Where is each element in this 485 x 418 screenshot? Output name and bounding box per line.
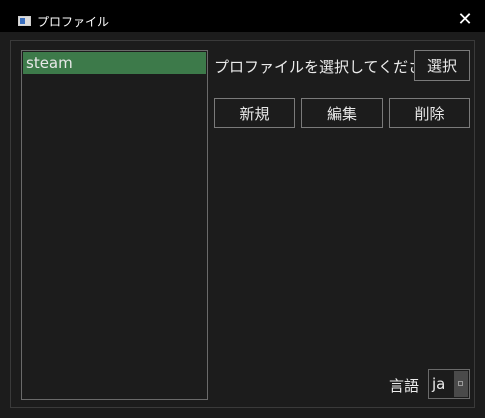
app-window-icon: [18, 16, 31, 26]
select-prompt: プロファイルを選択してください: [214, 58, 439, 76]
title-bar: プロファイル ✕: [0, 0, 485, 32]
language-label: 言語: [389, 377, 420, 395]
profile-window: プロファイル ✕ steam プロファイルを選択してください 選択 新規 編集 …: [0, 0, 485, 418]
delete-profile-button[interactable]: 削除: [389, 98, 470, 128]
new-profile-button[interactable]: 新規: [214, 98, 295, 128]
list-item[interactable]: steam: [23, 52, 206, 74]
close-icon[interactable]: ✕: [455, 10, 475, 30]
edit-profile-button[interactable]: 編集: [301, 98, 383, 128]
profile-list[interactable]: steam: [21, 50, 208, 400]
window-title: プロファイル: [37, 15, 110, 29]
language-select[interactable]: ja: [428, 369, 470, 399]
language-value: ja: [432, 375, 446, 393]
select-button[interactable]: 選択: [414, 50, 470, 81]
dropdown-arrow-icon[interactable]: [454, 371, 468, 397]
